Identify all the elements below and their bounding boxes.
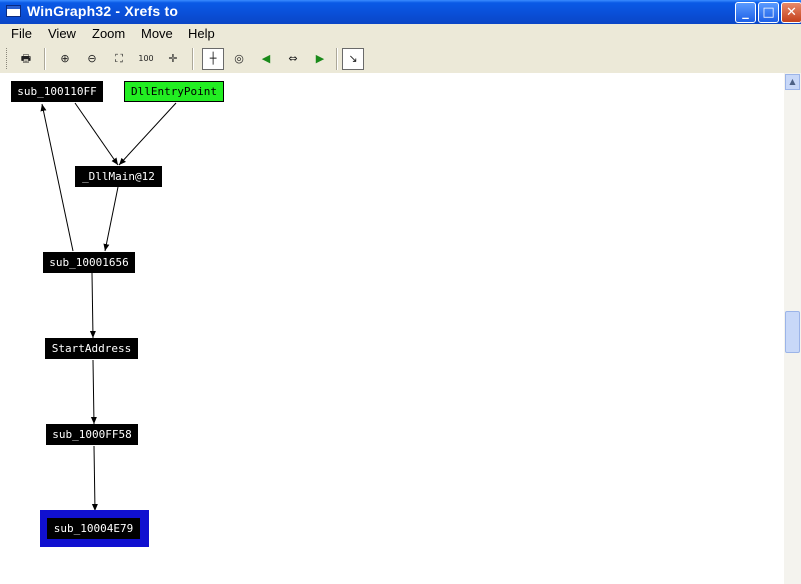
graph-node-selected[interactable]: sub_10004E79 <box>47 518 140 539</box>
fit-window-icon[interactable]: ⇔ <box>282 48 304 70</box>
menu-help[interactable]: Help <box>188 26 215 41</box>
graph-edges <box>40 102 177 512</box>
graph-node[interactable]: sub_1000FF58 <box>46 424 138 445</box>
zoom-fit-icon[interactable]: ⛶ <box>108 48 130 70</box>
print-icon[interactable]: 🖶 <box>15 48 37 70</box>
window-title: WinGraph32 - Xrefs to <box>27 3 179 19</box>
toolbar: 🖶 ⊕ ⊖ ⛶ 100 ✛ ┼ ◎ ◀ ⇔ ▶ ↘ <box>0 44 801 74</box>
edge-sub_1000FF58-to-sub_10004E79 <box>91 445 98 512</box>
menu-bar: File View Zoom Move Help <box>0 24 801 44</box>
scroll-up-button[interactable]: ▲ <box>785 74 800 90</box>
zoom-100-icon[interactable]: 100 <box>135 48 157 70</box>
minimize-button[interactable]: _ <box>735 2 756 23</box>
reload-icon[interactable]: ◎ <box>228 48 250 70</box>
menu-view[interactable]: View <box>48 26 76 41</box>
edge-startaddress-to-sub_1000FF58 <box>90 359 97 425</box>
app-icon <box>6 5 21 17</box>
close-button[interactable]: ✕ <box>781 2 801 23</box>
toolbar-separator <box>336 48 338 70</box>
follow-edge-icon[interactable]: ↘ <box>342 48 364 70</box>
graph-canvas[interactable]: sub_100110FF DllEntryPoint _DllMain@12 s… <box>0 73 784 584</box>
scroll-thumb[interactable] <box>785 311 800 353</box>
graph-node[interactable]: _DllMain@12 <box>75 166 162 187</box>
center-icon[interactable]: ✛ <box>162 48 184 70</box>
toolbar-separator <box>192 48 194 70</box>
menu-file[interactable]: File <box>11 26 32 41</box>
edge-sub_10001656-to-sub_100110FF <box>40 103 74 252</box>
maximize-button[interactable]: □ <box>758 2 779 23</box>
selected-node-frame[interactable]: sub_10004E79 <box>40 510 149 547</box>
vertical-scrollbar[interactable]: ▲ <box>784 73 801 584</box>
edge-sub_10001656-to-startaddress <box>89 272 96 339</box>
layout-icon[interactable]: ┼ <box>202 48 224 70</box>
menu-zoom[interactable]: Zoom <box>92 26 125 41</box>
edge-dllentrypoint-to-dllmain <box>118 102 177 166</box>
edge-dllmain-to-sub_10001656 <box>103 186 119 252</box>
toolbar-separator <box>44 48 46 70</box>
edge-sub_100110FF-to-dllmain <box>74 102 119 166</box>
go-forward-icon[interactable]: ▶ <box>309 48 331 70</box>
graph-node[interactable]: sub_100110FF <box>11 81 103 102</box>
toolbar-grip[interactable] <box>6 48 10 69</box>
menu-move[interactable]: Move <box>141 26 173 41</box>
go-back-icon[interactable]: ◀ <box>255 48 277 70</box>
zoom-in-icon[interactable]: ⊕ <box>54 48 76 70</box>
graph-node[interactable]: StartAddress <box>45 338 138 359</box>
graph-node-entry[interactable]: DllEntryPoint <box>124 81 224 102</box>
title-bar: WinGraph32 - Xrefs to _ □ ✕ <box>0 0 801 24</box>
graph-node[interactable]: sub_10001656 <box>43 252 135 273</box>
zoom-out-icon[interactable]: ⊖ <box>81 48 103 70</box>
